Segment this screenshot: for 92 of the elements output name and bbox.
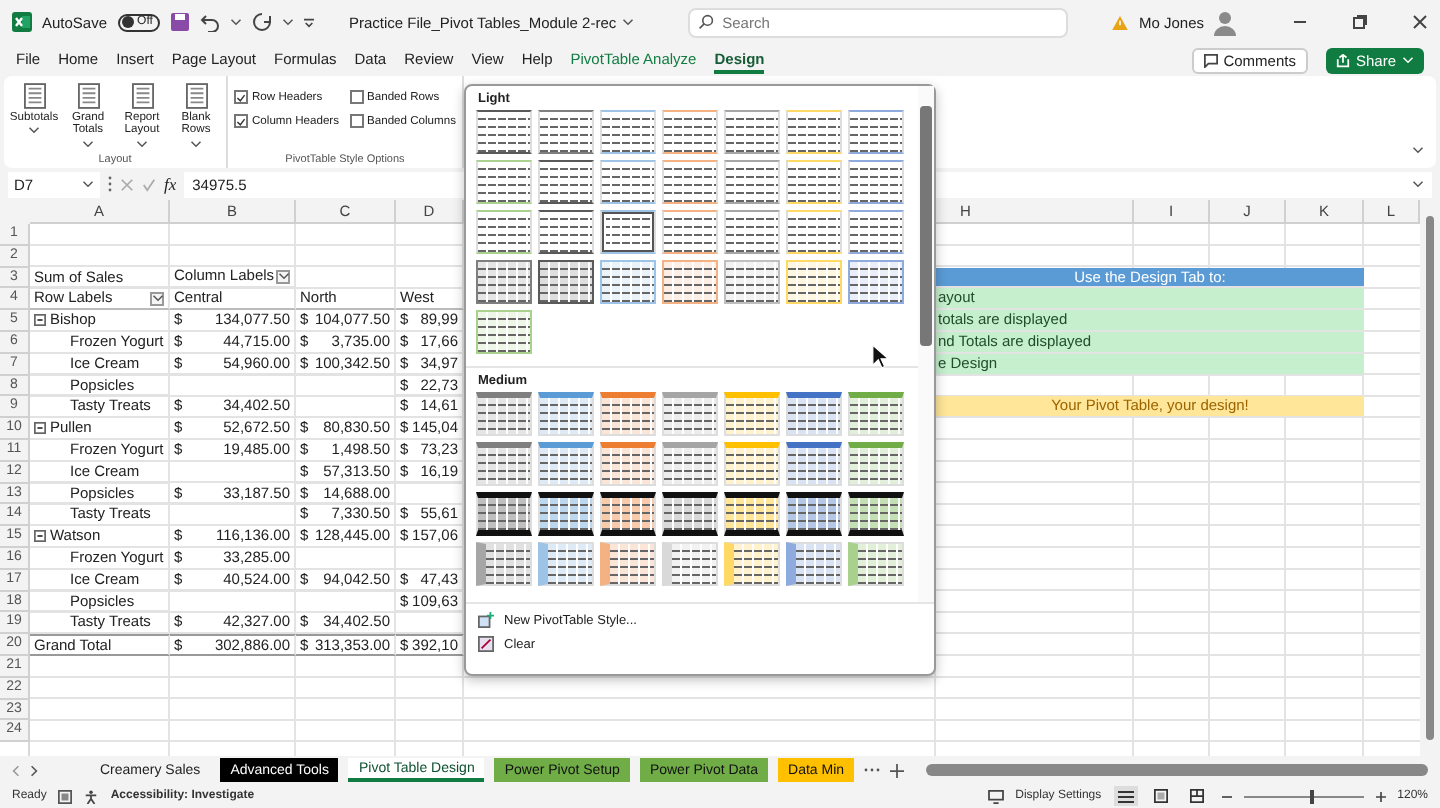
dropdown-icon [151, 294, 163, 303]
caret-icon [1402, 56, 1414, 64]
document-icon [77, 82, 99, 110]
document-icon [23, 82, 45, 110]
table-style-thumbnail[interactable] [476, 392, 532, 436]
caret-icon [1412, 180, 1424, 188]
collapse-icon[interactable] [34, 530, 46, 543]
checkbox[interactable] [349, 114, 363, 128]
caret-icon [82, 139, 94, 148]
collapse-icon[interactable] [34, 314, 46, 327]
zoom-in-icon[interactable] [1375, 791, 1386, 801]
gallery-scrollbar[interactable] [918, 86, 934, 602]
customize-toolbar-icon[interactable] [304, 17, 315, 27]
caret-icon [136, 139, 148, 148]
accessibility-icon[interactable] [84, 789, 99, 803]
table-style-thumbnail[interactable] [476, 260, 532, 304]
table-style-thumbnail[interactable] [848, 492, 904, 536]
table-style-thumbnail[interactable] [724, 160, 780, 204]
filter-button[interactable] [150, 291, 164, 306]
table-style-thumbnail[interactable] [724, 210, 780, 254]
mouse-pointer-icon [872, 344, 890, 370]
table-style-thumbnail[interactable] [662, 492, 718, 536]
horizontal-scrollbar[interactable] [926, 764, 1428, 776]
scrollbar-thumb[interactable] [1426, 216, 1434, 740]
share-icon [1335, 53, 1350, 67]
table-style-thumbnail[interactable] [538, 260, 594, 304]
table-style-thumbnail[interactable] [848, 442, 904, 486]
view-button[interactable] [1149, 786, 1174, 806]
table-style-thumbnail[interactable] [538, 492, 594, 536]
table-style-thumbnail[interactable] [724, 110, 780, 154]
eraser-icon [478, 636, 494, 652]
table-style-thumbnail[interactable] [476, 492, 532, 536]
table-style-thumbnail[interactable] [662, 442, 718, 486]
caret-icon [28, 126, 40, 135]
macro-icon[interactable] [58, 789, 73, 803]
normal-view-icon [1117, 789, 1134, 803]
search-icon [698, 14, 715, 30]
next-sheet-icon[interactable] [30, 763, 38, 777]
filter-button[interactable] [276, 269, 290, 284]
display-settings-icon [987, 789, 1004, 803]
zoom-out-icon[interactable] [1221, 791, 1232, 801]
caret-icon [190, 139, 202, 148]
redo-icon[interactable] [252, 12, 273, 32]
table-style-thumbnail[interactable] [600, 392, 656, 436]
table-style-thumbnail[interactable] [600, 492, 656, 536]
restore-icon[interactable] [1352, 14, 1368, 30]
view-button[interactable] [1113, 786, 1138, 806]
page-layout-icon [1154, 788, 1169, 804]
table-style-thumbnail[interactable] [538, 210, 594, 254]
table-style-thumbnail[interactable] [538, 110, 594, 154]
table-style-thumbnail[interactable] [724, 492, 780, 536]
checkbox[interactable] [349, 90, 363, 104]
table-style-thumbnail[interactable] [538, 442, 594, 486]
table-style-thumbnail[interactable] [848, 210, 904, 254]
new-style-icon [478, 612, 494, 628]
table-style-thumbnail[interactable] [848, 160, 904, 204]
page-break-icon [1190, 788, 1205, 804]
table-style-thumbnail[interactable] [476, 110, 532, 154]
table-style-thumbnail[interactable] [786, 442, 842, 486]
table-style-thumbnail[interactable] [848, 260, 904, 304]
spreadsheet-logo-icon [12, 12, 32, 32]
table-style-thumbnail[interactable] [848, 392, 904, 436]
add-sheet-icon[interactable] [890, 763, 905, 777]
avatar-icon[interactable] [1214, 9, 1236, 35]
table-style-thumbnail[interactable] [538, 160, 594, 204]
table-style-thumbnail[interactable] [786, 492, 842, 536]
caret-icon [230, 18, 243, 26]
caret-icon [82, 180, 94, 188]
close-icon[interactable] [1412, 14, 1428, 30]
scrollbar-thumb[interactable] [920, 106, 932, 346]
table-style-thumbnail[interactable] [538, 392, 594, 436]
caret-icon [282, 18, 295, 26]
save-icon[interactable] [170, 12, 191, 32]
table-style-thumbnail[interactable] [848, 110, 904, 154]
view-button[interactable] [1185, 786, 1210, 806]
vertical-scrollbar[interactable] [1420, 200, 1440, 756]
caret-icon [622, 18, 635, 26]
checkbox[interactable] [234, 114, 248, 128]
comment-icon [1203, 53, 1218, 67]
collapse-icon[interactable] [34, 422, 46, 435]
insert-function-button[interactable]: fx [164, 174, 177, 194]
document-icon [185, 82, 207, 110]
document-icon [131, 82, 153, 110]
table-style-thumbnail[interactable] [662, 392, 718, 436]
checkbox[interactable] [234, 90, 248, 104]
dropdown-icon [277, 272, 289, 281]
table-style-thumbnail[interactable] [476, 442, 532, 486]
undo-icon[interactable] [200, 12, 221, 32]
table-style-thumbnail[interactable] [786, 392, 842, 436]
table-style-thumbnail[interactable] [600, 442, 656, 486]
zoom-slider-thumb[interactable] [1309, 789, 1314, 803]
collapse-ribbon-icon [1412, 146, 1424, 154]
